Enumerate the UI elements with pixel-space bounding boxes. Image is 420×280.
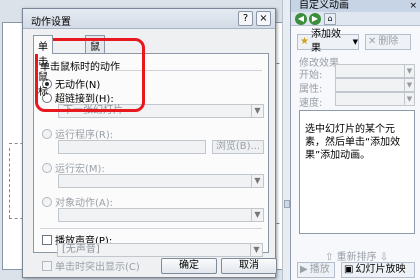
slideshow-icon: ▣ [344, 264, 354, 275]
tab-mouse-click[interactable]: 单击鼠标 [33, 35, 53, 98]
program-path-input[interactable] [58, 140, 206, 154]
sound-value: [无声音] [62, 244, 100, 255]
action-settings-dialog: 动作设置 ? × 单击鼠标 鼠标移过 单击鼠标时的动作 无动作(N) 超链接到(… [22, 8, 277, 278]
option-object-action[interactable]: 对象动作(A): [42, 194, 113, 209]
cancel-button[interactable]: 取消 [221, 258, 277, 274]
ok-button[interactable]: 确定 [161, 258, 217, 274]
section-separator [40, 228, 262, 229]
star-icon: ★ [300, 36, 309, 47]
start-select[interactable]: ▼ [335, 64, 415, 78]
remove-label: 删除 [378, 36, 399, 47]
chevron-down-icon[interactable]: ▼ [251, 175, 263, 187]
macro-select[interactable]: ▼ [58, 174, 264, 188]
animation-list[interactable]: 选中幻灯片的某个元素，然后单击“添加效果”添加动画。 [299, 110, 415, 234]
add-effect-button[interactable]: ★ 添加效果 ▼ [297, 29, 359, 54]
remove-icon: ✕ [368, 36, 377, 47]
chevron-down-icon: ▼ [352, 38, 358, 46]
home-icon[interactable]: ⌂ [324, 13, 336, 25]
placeholder-border [9, 148, 10, 218]
add-effect-label: 添加效果 [310, 29, 341, 54]
chevron-down-icon[interactable]: ▼ [250, 244, 262, 256]
option-run-macro[interactable]: 运行宏(M): [42, 160, 105, 175]
slideshow-label: 幻灯片放映 [355, 264, 406, 275]
pane-nav: ◀ ▶ ⌂ [291, 12, 420, 26]
pane-header: 自定义动画 × [291, 0, 420, 12]
speed-select[interactable]: ▼ [335, 92, 415, 106]
highlight-click-option[interactable]: 单击时突出显示(C) [42, 258, 140, 273]
option-run-program-label: 运行程序(R): [55, 130, 114, 141]
object-action-select[interactable]: ▼ [58, 208, 264, 222]
option-run-program[interactable]: 运行程序(R): [42, 126, 113, 141]
close-button[interactable]: × [256, 11, 271, 26]
option-run-macro-label: 运行宏(M): [55, 164, 105, 175]
radio-icon[interactable] [42, 196, 52, 207]
option-object-action-label: 对象动作(A): [55, 198, 114, 209]
chevron-down-icon[interactable]: ▼ [251, 209, 263, 221]
chevron-down-icon[interactable]: ▼ [404, 79, 414, 91]
dialog-titlebar: 动作设置 ? × [23, 9, 275, 29]
close-icon[interactable]: × [409, 0, 417, 12]
empty-list-hint: 选中幻灯片的某个元素，然后单击“添加效果”添加动画。 [305, 124, 401, 161]
slideshow-button[interactable]: ▣ 幻灯片放映 [341, 262, 415, 278]
property-select[interactable]: ▼ [335, 78, 415, 92]
radio-icon[interactable] [42, 128, 52, 139]
start-label: 开始: [299, 70, 323, 81]
chevron-down-icon[interactable]: ▼ [251, 105, 263, 117]
radio-icon[interactable] [42, 162, 52, 173]
pane-title: 自定义动画 [299, 0, 349, 11]
highlight-click-label: 单击时突出显示(C) [55, 262, 140, 273]
play-button[interactable]: ▶ 播放 [297, 262, 335, 278]
play-icon: ▶ [300, 264, 308, 275]
checkbox-icon[interactable] [42, 234, 52, 245]
chevron-down-icon[interactable]: ▼ [404, 65, 414, 77]
forward-icon[interactable]: ▶ [309, 13, 321, 25]
property-label: 属性: [299, 84, 323, 95]
reorder-control[interactable]: ⇧ 重新排序 ⇩ [325, 248, 388, 263]
vertical-scrollbar[interactable] [282, 0, 290, 280]
remove-button[interactable]: ✕ 删除 [365, 34, 411, 50]
help-button[interactable]: ? [238, 11, 253, 26]
chevron-down-icon[interactable]: ▼ [404, 93, 414, 105]
play-label: 播放 [309, 264, 330, 275]
checkbox-icon[interactable] [42, 260, 52, 271]
browse-button[interactable]: 浏览(B)... [212, 140, 264, 154]
custom-animation-pane: 自定义动画 × ◀ ▶ ⌂ ★ 添加效果 ▼ ✕ 删除 修改效果 开始: ▼ 属… [290, 0, 420, 280]
sound-select[interactable]: [无声音] ▼ [57, 243, 263, 257]
dialog-title: 动作设置 [31, 17, 71, 28]
speed-label: 速度: [299, 98, 323, 109]
back-icon[interactable]: ◀ [295, 13, 307, 25]
